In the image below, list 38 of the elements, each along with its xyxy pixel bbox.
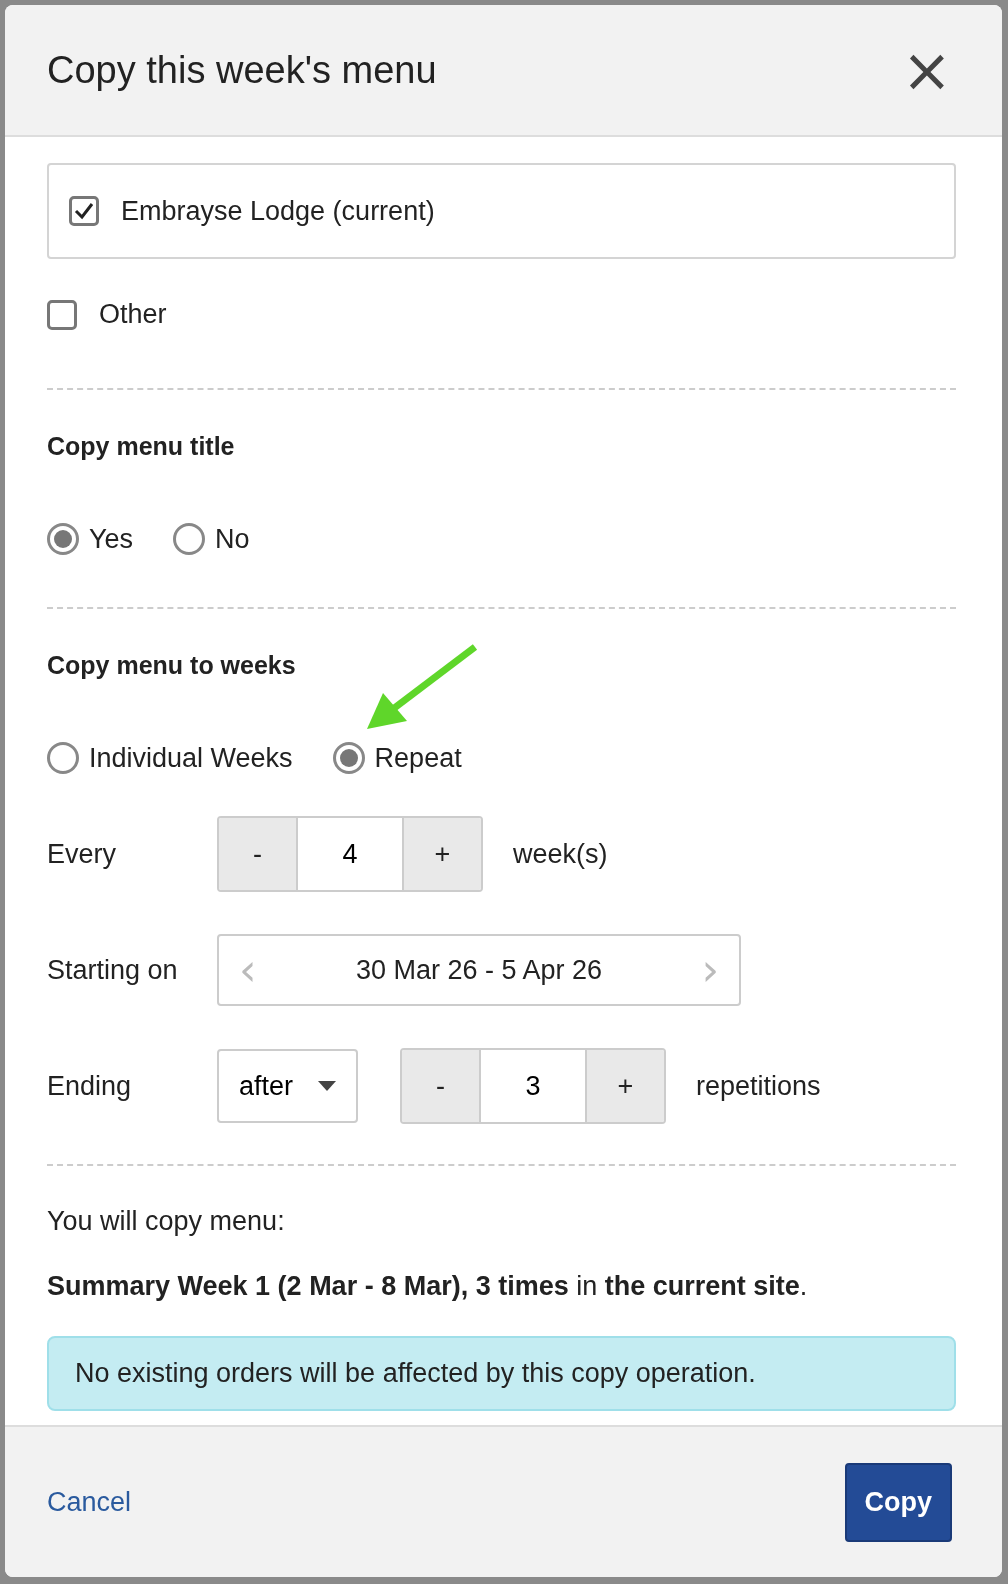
checkbox-label: Embrayse Lodge (current) xyxy=(121,195,435,227)
number-input[interactable]: 3 xyxy=(479,1050,587,1122)
radio-label: Individual Weeks xyxy=(89,742,293,774)
field-label: Ending xyxy=(47,1070,133,1102)
minus-button[interactable]: - xyxy=(219,818,296,890)
number-stepper[interactable]: - 4 + xyxy=(217,816,483,892)
dialog-title: Copy this week's menu xyxy=(47,48,437,92)
plus-button[interactable]: + xyxy=(587,1050,664,1122)
radio-button[interactable] xyxy=(173,523,206,555)
cancel-link[interactable]: Cancel xyxy=(47,1486,132,1518)
radio-button[interactable] xyxy=(47,742,79,774)
radio-label: No xyxy=(215,523,250,555)
summary-intro: You will copy menu: xyxy=(47,1206,286,1237)
unit-label: week(s) xyxy=(513,838,608,870)
section-heading: Copy menu title xyxy=(47,432,236,461)
field-label: Starting on xyxy=(47,954,179,986)
copy-button[interactable]: Copy xyxy=(844,1462,952,1542)
unit-label: repetitions xyxy=(696,1070,821,1102)
week-range: 30 Mar 26 - 5 Apr 26 xyxy=(355,954,603,986)
radio-label: Yes xyxy=(89,523,134,555)
number-stepper[interactable]: - 3 + xyxy=(400,1048,666,1124)
checkbox[interactable] xyxy=(47,299,77,330)
section-heading: Copy menu to weeks xyxy=(47,651,297,680)
caret-icon xyxy=(318,1081,336,1091)
info-notice: No existing orders will be affected by this copy operation. xyxy=(47,1336,956,1411)
ending-dropdown[interactable]: after xyxy=(217,1049,358,1123)
radio-button[interactable] xyxy=(332,742,365,774)
minus-button[interactable]: - xyxy=(402,1050,479,1122)
close-button[interactable]: × xyxy=(901,40,952,100)
summary-text: Summary Week 1 (2 Mar - 8 Mar), 3 times in the current site. xyxy=(47,1271,809,1302)
checkmark-icon xyxy=(74,202,94,220)
radio-button[interactable] xyxy=(47,523,79,555)
plus-button[interactable]: + xyxy=(404,818,481,890)
checkbox-label: Other xyxy=(99,299,167,330)
field-label: Every xyxy=(47,838,118,870)
number-input[interactable]: 4 xyxy=(296,818,404,890)
checkbox[interactable] xyxy=(69,196,99,226)
radio-label: Repeat xyxy=(374,742,462,774)
